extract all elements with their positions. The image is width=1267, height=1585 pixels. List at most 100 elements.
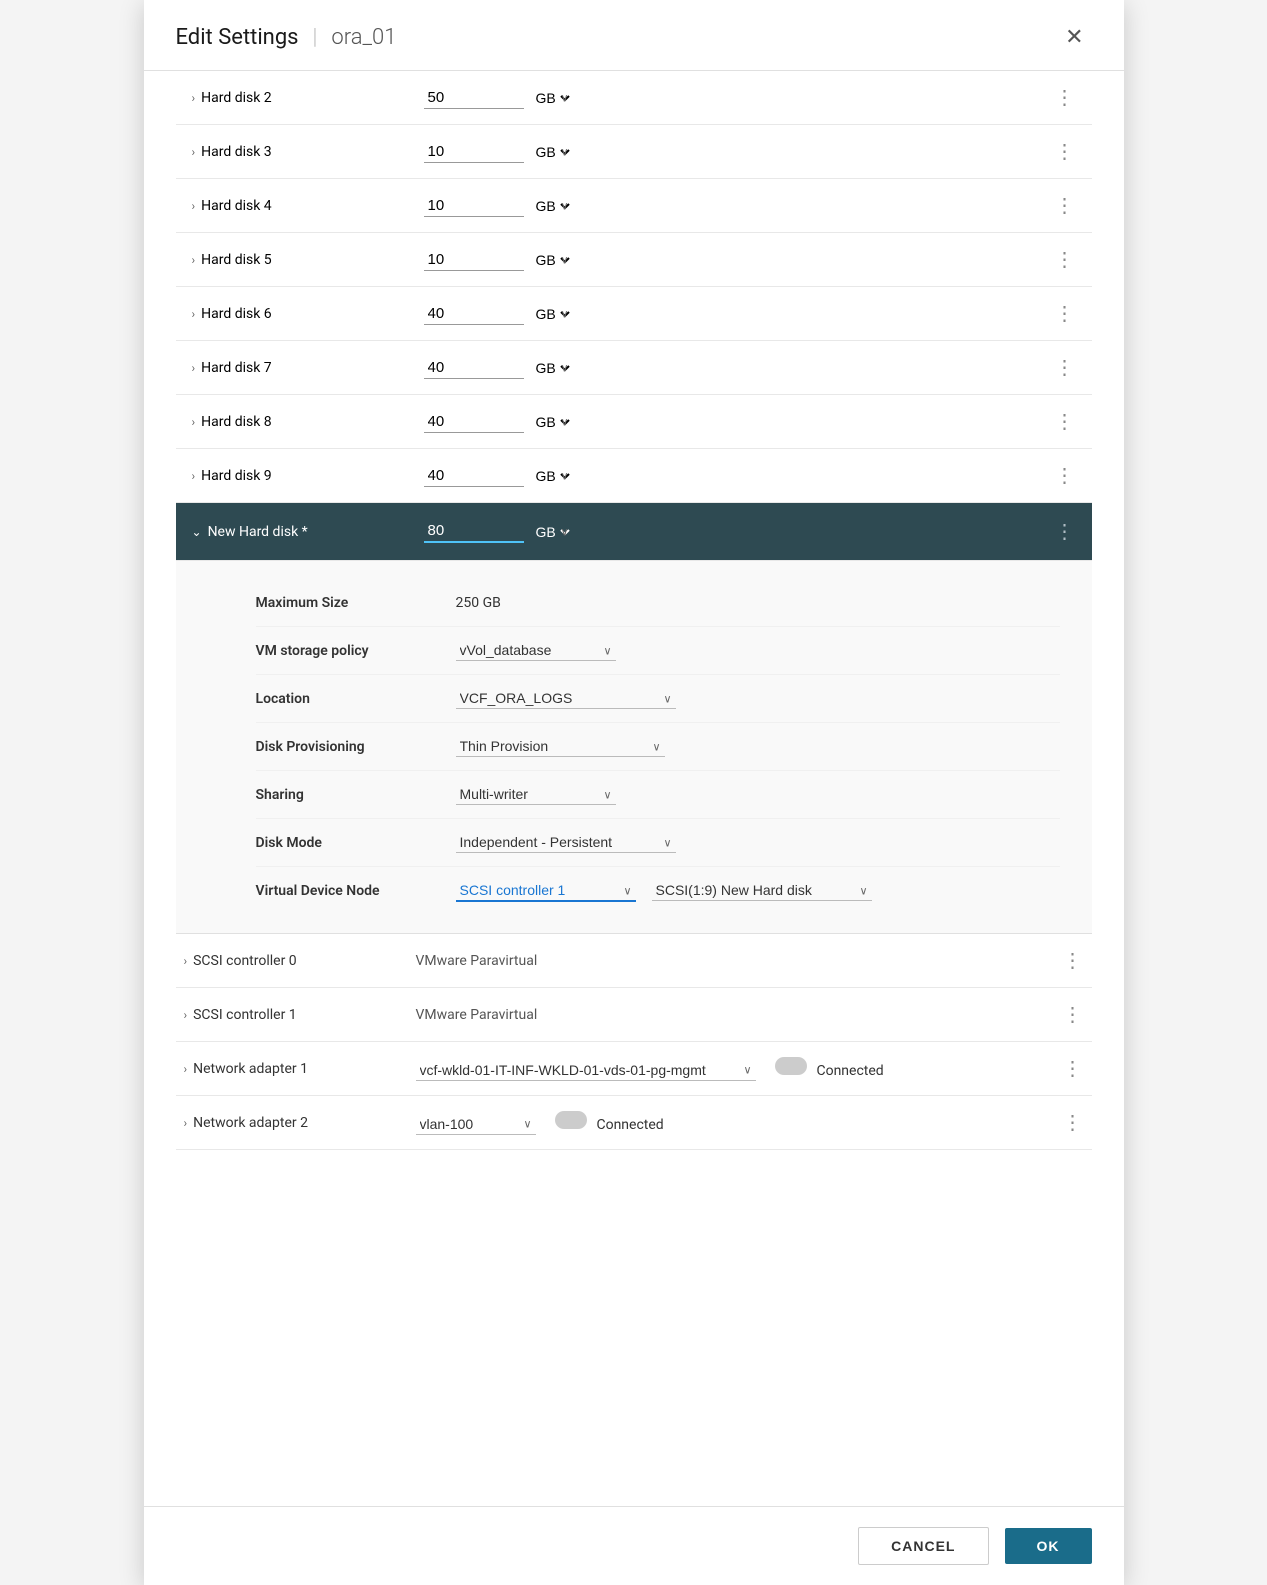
disk-size-input-disk6[interactable] xyxy=(424,303,524,325)
disk-size-input-disk3[interactable] xyxy=(424,141,524,163)
new-hard-disk-input-wrap: GB MB TB xyxy=(424,520,1047,543)
controller-row-scsi1: › SCSI controller 1 VMware Paravirtual ⋮ xyxy=(176,988,1092,1042)
controller-more-button-scsi0[interactable]: ⋮ xyxy=(1055,951,1092,971)
detail-sharing-row: Sharing Multi-writer No sharing xyxy=(256,771,1060,819)
vdn-disk-select[interactable]: SCSI(1:9) New Hard disk xyxy=(652,880,872,901)
vdn-controller-select[interactable]: SCSI controller 1 SCSI controller 0 xyxy=(456,880,636,902)
disk-mode-value: Independent - Persistent Dependent Indep… xyxy=(456,832,676,853)
chevron-right-icon: › xyxy=(192,415,196,429)
disk-label-text-disk3: Hard disk 3 xyxy=(201,144,272,160)
disk-more-button-disk2[interactable]: ⋮ xyxy=(1047,88,1084,108)
disk-row-inner-disk4: › Hard disk 4 GBMBTB ⋮ xyxy=(176,195,1092,217)
disk-size-input-disk2[interactable] xyxy=(424,87,524,109)
virtual-device-node-value: SCSI controller 1 SCSI controller 0 SCSI… xyxy=(456,880,872,902)
chevron-right-icon: › xyxy=(184,1008,188,1022)
network-adapter-network-select-wrap-net2: vlan-100 xyxy=(416,1114,536,1135)
disk-unit-select-disk8[interactable]: GBMBTB xyxy=(532,413,573,431)
disk-more-button-disk6[interactable]: ⋮ xyxy=(1047,304,1084,324)
disk-unit-select-disk5[interactable]: GBMBTB xyxy=(532,251,573,269)
new-hard-disk-label-text: New Hard disk * xyxy=(208,524,308,540)
disk-label-text-disk4: Hard disk 4 xyxy=(201,198,272,214)
cancel-button[interactable]: CANCEL xyxy=(858,1527,988,1565)
disk-unit-wrap-disk2: GBMBTB xyxy=(524,88,573,107)
disk-provisioning-select[interactable]: Thin Provision Thick Provision Lazy Zero… xyxy=(456,736,665,757)
new-hard-disk-inner: ⌄ New Hard disk * GB MB TB ⋮ xyxy=(176,520,1092,543)
disk-row-inner-disk9: › Hard disk 9 GBMBTB ⋮ xyxy=(176,465,1092,487)
location-label: Location xyxy=(256,691,456,707)
disk-size-input-disk8[interactable] xyxy=(424,411,524,433)
disk-size-input-disk7[interactable] xyxy=(424,357,524,379)
sharing-select[interactable]: Multi-writer No sharing xyxy=(456,784,616,805)
disk-input-wrap-disk4: GBMBTB xyxy=(424,195,1047,217)
detail-vm-storage-policy-row: VM storage policy vVol_database xyxy=(256,627,1060,675)
disk-more-button-disk5[interactable]: ⋮ xyxy=(1047,250,1084,270)
controller-row-scsi0: › SCSI controller 0 VMware Paravirtual ⋮ xyxy=(176,934,1092,988)
disk-unit-select-disk6[interactable]: GBMBTB xyxy=(532,305,573,323)
new-hard-disk-unit-wrap: GB MB TB xyxy=(524,522,573,541)
network-adapter-more-button-net2[interactable]: ⋮ xyxy=(1055,1113,1092,1133)
disk-size-input-disk9[interactable] xyxy=(424,465,524,487)
disk-input-wrap-disk5: GBMBTB xyxy=(424,249,1047,271)
new-hard-disk-more-button[interactable]: ⋮ xyxy=(1047,522,1084,542)
sharing-select-wrap: Multi-writer No sharing xyxy=(456,784,616,805)
disk-unit-select-disk9[interactable]: GBMBTB xyxy=(532,467,573,485)
disk-mode-select[interactable]: Independent - Persistent Dependent Indep… xyxy=(456,832,676,853)
close-button[interactable]: ✕ xyxy=(1057,22,1091,52)
vm-storage-policy-label: VM storage policy xyxy=(256,643,456,659)
network-adapter-network-select-net2[interactable]: vlan-100 xyxy=(416,1114,536,1135)
disk-mode-label: Disk Mode xyxy=(256,835,456,851)
controller-label-text-scsi0: SCSI controller 0 xyxy=(193,953,297,969)
connected-toggle-net1[interactable] xyxy=(775,1057,807,1075)
chevron-right-icon: › xyxy=(184,1116,188,1130)
chevron-right-icon: › xyxy=(192,361,196,375)
disk-label-text-disk9: Hard disk 9 xyxy=(201,468,272,484)
location-select[interactable]: VCF_ORA_LOGS xyxy=(456,688,676,709)
location-value: VCF_ORA_LOGS xyxy=(456,688,676,709)
disk-row-inner-disk2: › Hard disk 2 GBMBTB ⋮ xyxy=(176,87,1092,109)
network-adapter-network-select-net1[interactable]: vcf-wkld-01-IT-INF-WKLD-01-vds-01-pg-mgm… xyxy=(416,1060,756,1081)
disk-unit-select-disk4[interactable]: GBMBTB xyxy=(532,197,573,215)
disk-row-disk7: › Hard disk 7 GBMBTB ⋮ xyxy=(176,341,1092,395)
disk-unit-wrap-disk3: GBMBTB xyxy=(524,142,573,161)
connected-label-net1: Connected xyxy=(816,1063,883,1079)
modal-header: Edit Settings | ora_01 ✕ xyxy=(144,0,1124,71)
disk-unit-wrap-disk6: GBMBTB xyxy=(524,304,573,323)
disk-more-button-disk4[interactable]: ⋮ xyxy=(1047,196,1084,216)
disk-label-disk2: › Hard disk 2 xyxy=(184,90,424,106)
location-select-wrap: VCF_ORA_LOGS xyxy=(456,688,676,709)
detail-location-row: Location VCF_ORA_LOGS xyxy=(256,675,1060,723)
virtual-device-node-label: Virtual Device Node xyxy=(256,883,456,899)
chevron-down-icon: ⌄ xyxy=(192,525,202,539)
vdn-disk-select-wrap: SCSI(1:9) New Hard disk xyxy=(652,880,872,902)
disk-provisioning-value: Thin Provision Thick Provision Lazy Zero… xyxy=(456,736,665,757)
connected-toggle-net2[interactable] xyxy=(555,1111,587,1129)
new-hard-disk-details: Maximum Size 250 GB VM storage policy vV… xyxy=(176,561,1092,934)
disk-unit-select-disk2[interactable]: GBMBTB xyxy=(532,89,573,107)
network-adapter-label-text-net2: Network adapter 2 xyxy=(193,1115,308,1131)
disk-more-button-disk3[interactable]: ⋮ xyxy=(1047,142,1084,162)
sharing-label: Sharing xyxy=(256,787,456,803)
new-hard-disk-size-input[interactable] xyxy=(424,520,524,543)
network-adapter-more-button-net1[interactable]: ⋮ xyxy=(1055,1059,1092,1079)
disk-row-disk2: › Hard disk 2 GBMBTB ⋮ xyxy=(176,71,1092,125)
ok-button[interactable]: OK xyxy=(1005,1528,1092,1564)
modal-footer: CANCEL OK xyxy=(144,1506,1124,1585)
disk-unit-select-disk7[interactable]: GBMBTB xyxy=(532,359,573,377)
disk-more-button-disk8[interactable]: ⋮ xyxy=(1047,412,1084,432)
disk-more-button-disk9[interactable]: ⋮ xyxy=(1047,466,1084,486)
controller-value-scsi1: VMware Paravirtual xyxy=(416,1007,1055,1023)
vm-storage-policy-select[interactable]: vVol_database xyxy=(456,640,616,661)
disk-unit-wrap-disk8: GBMBTB xyxy=(524,412,573,431)
disk-size-input-disk5[interactable] xyxy=(424,249,524,271)
chevron-right-icon: › xyxy=(192,253,196,267)
disk-more-button-disk7[interactable]: ⋮ xyxy=(1047,358,1084,378)
new-hard-disk-unit-select[interactable]: GB MB TB xyxy=(532,523,573,541)
disk-unit-select-disk3[interactable]: GBMBTB xyxy=(532,143,573,161)
disk-row-inner-disk3: › Hard disk 3 GBMBTB ⋮ xyxy=(176,141,1092,163)
disk-size-input-disk4[interactable] xyxy=(424,195,524,217)
disk-provisioning-select-wrap: Thin Provision Thick Provision Lazy Zero… xyxy=(456,736,665,757)
chevron-right-icon: › xyxy=(192,199,196,213)
chevron-right-icon: › xyxy=(184,954,188,968)
controller-more-button-scsi1[interactable]: ⋮ xyxy=(1055,1005,1092,1025)
disk-label-disk7: › Hard disk 7 xyxy=(184,360,424,376)
